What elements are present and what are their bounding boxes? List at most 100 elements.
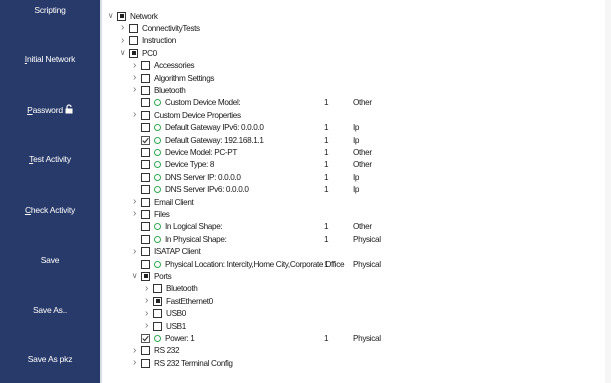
chevron-right-icon[interactable]: › bbox=[142, 283, 151, 294]
tree-item-label: USB0 bbox=[166, 309, 186, 319]
checkbox[interactable] bbox=[141, 172, 150, 182]
checkbox[interactable] bbox=[129, 23, 138, 33]
chevron-down-icon[interactable]: ∨ bbox=[130, 271, 139, 281]
checkbox[interactable] bbox=[129, 36, 138, 46]
checkbox[interactable] bbox=[141, 259, 150, 269]
tree-row[interactable]: › Accessories bbox=[105, 60, 605, 72]
checkbox[interactable] bbox=[153, 321, 162, 331]
chevron-down-icon[interactable]: ∨ bbox=[106, 11, 115, 21]
tree-row[interactable]: In Physical Shape: 1 Physical bbox=[105, 233, 605, 245]
tree-row[interactable]: › Custom Device Properties bbox=[105, 109, 605, 121]
test-activity-button[interactable]: Test Activity bbox=[5, 135, 95, 182]
component-value: Ip bbox=[353, 185, 360, 195]
tree-row[interactable]: ∨ PC0 bbox=[105, 47, 605, 59]
tree-item-label: Network bbox=[130, 11, 158, 21]
checkbox[interactable] bbox=[141, 73, 150, 83]
password-button[interactable]: Password bbox=[5, 86, 95, 133]
tree-row[interactable]: Power: 1 1 Physical bbox=[105, 332, 605, 344]
checkbox[interactable] bbox=[141, 222, 150, 232]
checkbox[interactable] bbox=[153, 284, 162, 294]
save-as-button[interactable]: Save As.. bbox=[5, 286, 95, 333]
tree-row[interactable]: ∨ Network bbox=[105, 10, 605, 22]
chevron-right-icon[interactable]: › bbox=[130, 246, 139, 257]
tree-row[interactable]: › RS 232 bbox=[105, 345, 605, 357]
save-as-pkz-button[interactable]: Save As pkz bbox=[5, 335, 95, 382]
checkbox[interactable] bbox=[141, 247, 150, 257]
tree-row[interactable]: DNS Server IP: 0.0.0.0 1 Ip bbox=[105, 171, 605, 183]
tree-row[interactable]: Device Model: PC-PT 1 Other bbox=[105, 146, 605, 158]
tree-row[interactable]: In Logical Shape: 1 Other bbox=[105, 221, 605, 233]
tree-row[interactable]: › Instruction bbox=[105, 35, 605, 47]
checkbox-partial[interactable] bbox=[129, 48, 138, 58]
checkbox[interactable] bbox=[141, 197, 150, 207]
checkbox-partial[interactable] bbox=[117, 11, 126, 21]
checkbox[interactable] bbox=[141, 98, 150, 108]
tree-row[interactable]: ∨ Ports bbox=[105, 270, 605, 282]
chevron-right-icon[interactable]: › bbox=[130, 110, 139, 120]
checkbox[interactable] bbox=[141, 209, 150, 219]
tree-row[interactable]: › RS 232 Terminal Config bbox=[105, 357, 605, 369]
tree-item-label: Algorithm Settings bbox=[154, 73, 215, 83]
check-activity-label: Check Activity bbox=[24, 204, 76, 215]
tree-row[interactable]: › ISATAP Client bbox=[105, 246, 605, 258]
tree-row[interactable]: › Email Client bbox=[105, 196, 605, 208]
chevron-right-icon[interactable]: › bbox=[130, 197, 139, 207]
checkbox-partial[interactable] bbox=[141, 271, 150, 281]
checkbox[interactable] bbox=[141, 147, 150, 157]
chevron-right-icon[interactable]: › bbox=[130, 209, 139, 219]
chevron-right-icon[interactable]: › bbox=[142, 321, 151, 331]
tree-row[interactable]: Default Gateway IPv6: 0.0.0.0 1 Ip bbox=[105, 122, 605, 134]
checkbox[interactable] bbox=[141, 61, 150, 71]
tree-item-label: DNS Server IP: 0.0.0.0 bbox=[165, 172, 241, 182]
tree-row[interactable]: › Bluetooth bbox=[105, 283, 605, 295]
chevron-right-icon[interactable]: › bbox=[130, 73, 139, 83]
checkbox[interactable] bbox=[141, 185, 150, 195]
checkbox[interactable] bbox=[141, 234, 150, 244]
chevron-down-icon[interactable]: ∨ bbox=[118, 48, 127, 58]
chevron-right-icon[interactable]: › bbox=[142, 296, 151, 306]
checkbox[interactable] bbox=[141, 358, 150, 368]
status-circle-icon bbox=[154, 235, 161, 243]
tree-item-label: Custom Device Properties bbox=[154, 110, 241, 120]
checkbox[interactable] bbox=[141, 110, 150, 120]
tree-row[interactable]: › Files bbox=[105, 208, 605, 220]
checkbox[interactable] bbox=[141, 85, 150, 95]
tree-scrollbar[interactable] bbox=[605, 0, 611, 383]
checkbox[interactable] bbox=[153, 309, 162, 319]
checkbox-checked[interactable] bbox=[141, 333, 150, 343]
status-circle-icon bbox=[154, 124, 161, 132]
tree-row[interactable]: › Bluetooth bbox=[105, 84, 605, 96]
tree-row[interactable]: › ConnectivityTests bbox=[105, 22, 605, 34]
checkbox[interactable] bbox=[141, 346, 150, 356]
chevron-right-icon[interactable]: › bbox=[118, 23, 127, 33]
chevron-right-icon[interactable]: › bbox=[130, 60, 139, 71]
tree-row[interactable]: › Algorithm Settings bbox=[105, 72, 605, 84]
component-value: Ip bbox=[353, 135, 360, 145]
points-value: 1 bbox=[324, 222, 329, 232]
chevron-right-icon[interactable]: › bbox=[118, 35, 127, 46]
tree-row[interactable]: › FastEthernet0 bbox=[105, 295, 605, 307]
chevron-right-icon[interactable]: › bbox=[130, 85, 139, 95]
checkbox[interactable] bbox=[141, 123, 150, 133]
check-activity-button[interactable]: Check Activity bbox=[5, 186, 95, 233]
tree-row[interactable]: Default Gateway: 192.168.1.1 1 Ip bbox=[105, 134, 605, 146]
points-value: 1 bbox=[324, 147, 329, 157]
checkbox[interactable] bbox=[141, 160, 150, 170]
chevron-right-icon[interactable]: › bbox=[142, 308, 151, 319]
save-button[interactable]: Save bbox=[5, 236, 95, 283]
tree-row[interactable]: › USB0 bbox=[105, 308, 605, 320]
tree-row[interactable]: Physical Location: Intercity,Home City,C… bbox=[105, 258, 605, 270]
chevron-right-icon[interactable]: › bbox=[130, 345, 139, 356]
initial-network-button[interactable]: Initial Network bbox=[5, 35, 95, 82]
tree-row[interactable]: › USB1 bbox=[105, 320, 605, 332]
checkbox-checked[interactable] bbox=[141, 135, 150, 145]
status-circle-icon bbox=[154, 334, 161, 342]
scripting-button[interactable]: Scripting bbox=[5, 0, 95, 33]
chevron-right-icon[interactable]: › bbox=[130, 358, 139, 368]
tree-row[interactable]: Custom Device Model: 1 Other bbox=[105, 97, 605, 109]
checkbox-partial[interactable] bbox=[153, 296, 162, 306]
tree-row[interactable]: DNS Server IPv6: 0.0.0.0 1 Ip bbox=[105, 184, 605, 196]
tree-row[interactable]: Device Type: 8 1 Other bbox=[105, 159, 605, 171]
